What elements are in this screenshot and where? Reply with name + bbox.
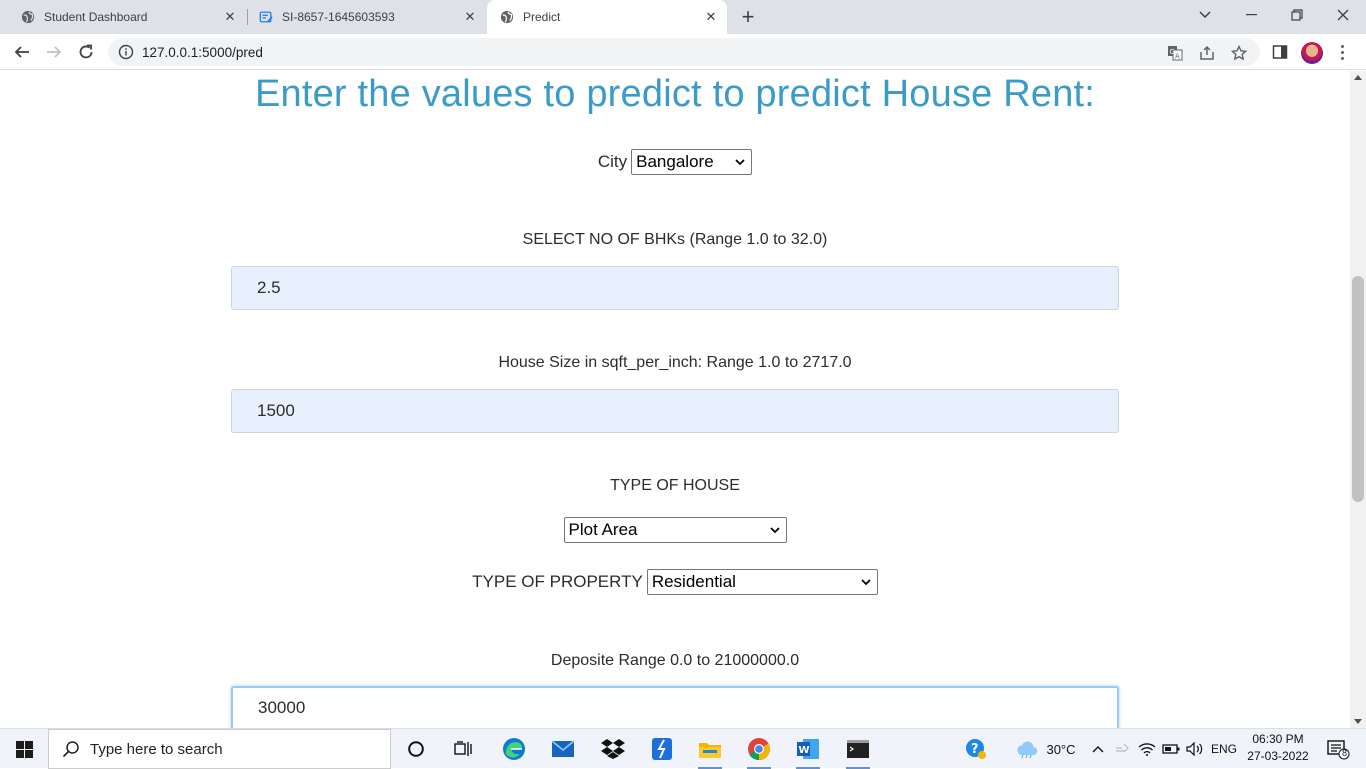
deposit-input[interactable]: 30000 [231, 686, 1119, 728]
house-type-select[interactable]: Plot Area [563, 517, 787, 543]
deposit-value: 30000 [258, 698, 306, 717]
globe-icon [499, 9, 515, 25]
battery-icon[interactable] [1160, 729, 1182, 769]
search-placeholder: Type here to search [90, 740, 223, 758]
back-arrow-icon[interactable] [10, 40, 34, 64]
minimize-icon[interactable] [1228, 0, 1274, 30]
clock[interactable]: 06:30 PM 27-03-2022 [1240, 731, 1316, 765]
bhk-value: 2.5 [257, 278, 281, 297]
url-text: 127.0.0.1:5000/pred [142, 45, 263, 60]
close-tab-icon[interactable]: ✕ [703, 9, 719, 25]
svg-text:?: ? [971, 742, 979, 757]
tab-title: SI-8657-1645603593 [282, 10, 395, 24]
city-label: City [597, 152, 628, 171]
city-selected-value: Bangalore [636, 152, 714, 171]
chevron-down-icon [861, 579, 871, 586]
volume-icon[interactable] [1184, 729, 1206, 769]
city-select[interactable]: Bangalore [631, 149, 753, 175]
share-icon[interactable] [1198, 44, 1216, 62]
scrollbar-thumb[interactable] [1352, 276, 1364, 502]
house-type-label: TYPE OF HOUSE [610, 477, 740, 494]
property-type-selected-value: Residential [651, 572, 736, 591]
svg-text:A: A [1175, 53, 1180, 61]
bhk-input[interactable]: 2.5 [231, 266, 1119, 310]
scroll-up-arrow-icon[interactable] [1354, 75, 1362, 80]
tab-student-dashboard[interactable]: Student Dashboard ✕ [0, 0, 246, 34]
tab-predict[interactable]: Predict ✕ [487, 0, 727, 34]
notification-tray-icon[interactable] [1112, 729, 1134, 769]
profile-avatar[interactable] [1301, 42, 1323, 64]
vertical-scrollbar[interactable] [1350, 71, 1366, 728]
browser-toolbar: 127.0.0.1:5000/pred GA [0, 34, 1366, 70]
bhk-label: SELECT NO OF BHKs (Range 1.0 to 32.0) [522, 231, 828, 248]
clock-date: 27-03-2022 [1247, 749, 1309, 763]
chevron-down-icon [735, 159, 745, 166]
chevron-up-icon[interactable] [1088, 729, 1108, 769]
tab-si-report[interactable]: SI-8657-1645603593 ✕ [238, 0, 486, 34]
property-type-row: TYPE OF PROPERTY Residential [0, 568, 1350, 596]
tab-strip: Student Dashboard ✕ SI-8657-1645603593 ✕… [0, 0, 1366, 34]
weather-icon[interactable] [1012, 729, 1042, 769]
cortana-icon[interactable] [398, 729, 434, 769]
close-tab-icon[interactable]: ✕ [462, 9, 478, 25]
language-indicator[interactable]: ENG [1208, 729, 1240, 769]
house-size-input[interactable]: 1500 [231, 389, 1119, 433]
address-bar[interactable]: 127.0.0.1:5000/pred GA [108, 38, 1260, 66]
windows-start-icon[interactable] [0, 729, 48, 769]
dropbox-icon[interactable] [595, 729, 631, 769]
chevron-down-icon [769, 527, 780, 534]
forward-arrow-icon[interactable] [42, 40, 66, 64]
chrome-icon[interactable] [741, 729, 777, 769]
notification-count-badge: 8 [1342, 748, 1348, 758]
side-panel-icon[interactable] [1270, 42, 1290, 62]
page-heading: Enter the values to predict to predict H… [254, 73, 1096, 115]
property-type-select[interactable]: Residential [646, 569, 878, 595]
house-type-row: Plot Area [0, 516, 1350, 544]
edge-browser-icon[interactable] [496, 729, 532, 769]
tab-search-chevron-icon[interactable] [1182, 0, 1228, 30]
house-type-selected-value: Plot Area [568, 520, 638, 539]
restore-icon[interactable] [1274, 0, 1320, 30]
search-icon [62, 741, 79, 758]
close-window-icon[interactable] [1320, 0, 1366, 30]
word-icon[interactable]: W [790, 729, 826, 769]
page-viewport: Enter the values to predict to predict H… [0, 71, 1350, 728]
action-center-icon[interactable]: 8 [1318, 729, 1358, 769]
terminal-icon[interactable] [840, 729, 876, 769]
menu-kebab-icon[interactable] [1334, 42, 1350, 62]
help-icon[interactable]: ? [962, 729, 990, 769]
document-edit-icon [258, 9, 274, 25]
file-explorer-icon[interactable] [692, 729, 728, 769]
city-row: City Bangalore [0, 148, 1350, 176]
globe-icon [20, 9, 36, 25]
scroll-down-arrow-icon[interactable] [1354, 719, 1362, 724]
taskbar-search-box[interactable]: Type here to search [48, 729, 391, 769]
wifi-icon[interactable] [1136, 729, 1158, 769]
bookmark-star-icon[interactable] [1230, 44, 1248, 62]
site-info-icon[interactable] [118, 44, 134, 60]
task-view-icon[interactable] [445, 729, 481, 769]
property-type-label: TYPE OF PROPERTY [472, 572, 643, 591]
tab-title: Student Dashboard [44, 10, 148, 24]
translate-icon[interactable]: GA [1166, 44, 1184, 62]
svg-text:W: W [799, 745, 810, 756]
clock-time: 06:30 PM [1252, 732, 1304, 746]
house-size-value: 1500 [257, 401, 295, 420]
house-size-label: House Size in sqft_per_inch: Range 1.0 t… [498, 354, 852, 371]
tab-title: Predict [523, 10, 561, 24]
close-tab-icon[interactable]: ✕ [222, 9, 238, 25]
new-tab-button[interactable]: + [736, 4, 760, 29]
reload-icon[interactable] [74, 40, 98, 64]
temperature-text: 30°C [1046, 741, 1076, 757]
mail-icon[interactable] [545, 729, 581, 769]
deposit-label: Deposite Range 0.0 to 21000000.0 [550, 652, 800, 669]
powershell-app-icon[interactable] [644, 729, 680, 769]
windows-taskbar: Type here to search W ? 30°C ENG 06:30 P… [0, 728, 1366, 769]
